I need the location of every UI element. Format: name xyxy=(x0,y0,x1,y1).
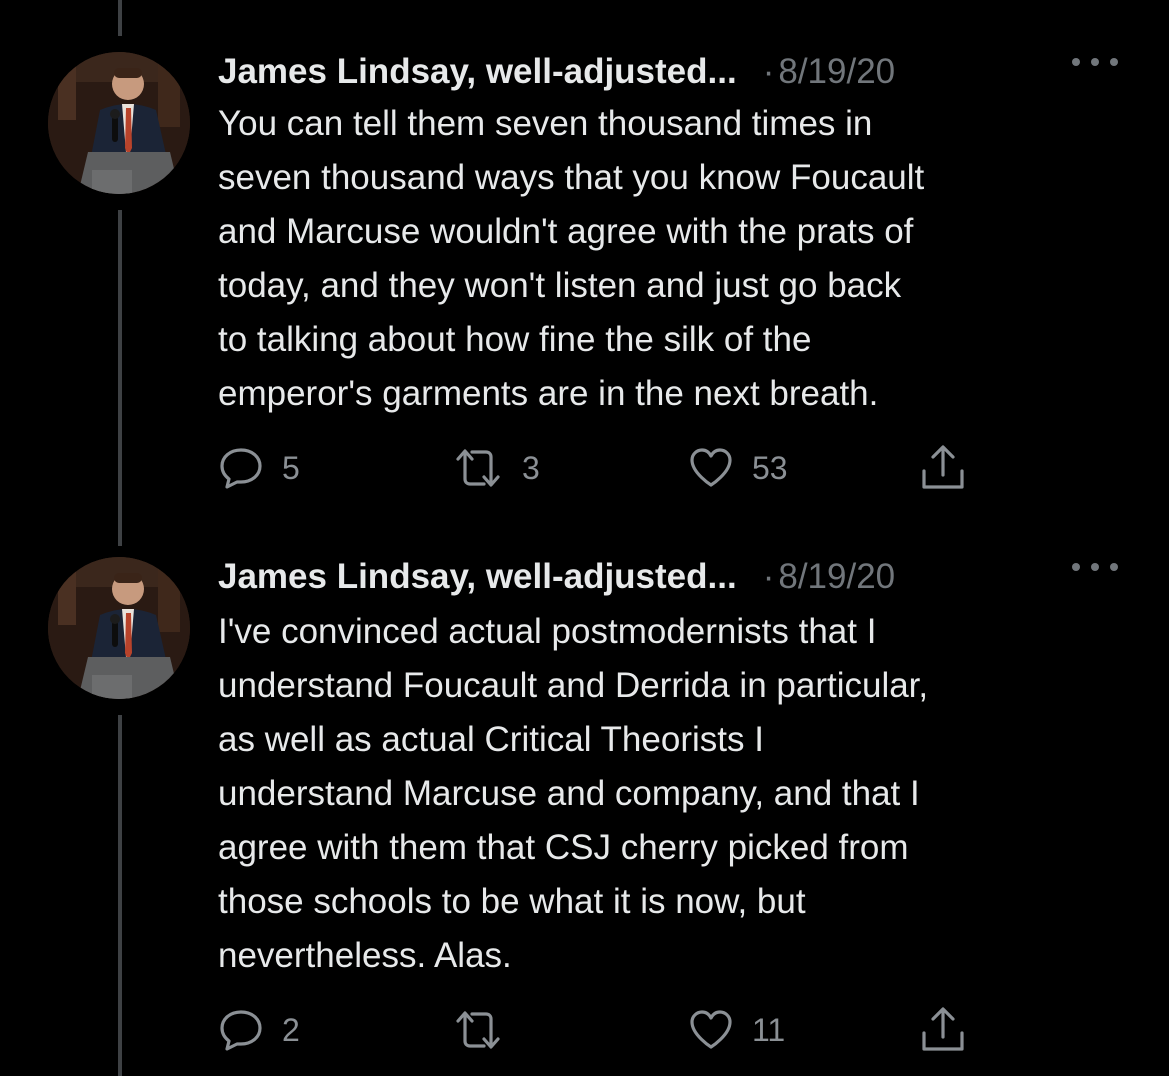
retweet-count: 3 xyxy=(522,449,540,486)
tweet-text-line: seven thousand ways that you know Foucau… xyxy=(218,158,925,197)
tweet-text: I've convinced actual postmodernists tha… xyxy=(218,605,1128,983)
retweet-button[interactable]: 3 xyxy=(452,443,540,493)
reply-button[interactable]: 2 xyxy=(218,1005,300,1055)
retweet-icon xyxy=(456,1011,500,1049)
reply-count: 5 xyxy=(282,449,300,486)
like-button[interactable]: 53 xyxy=(688,443,788,493)
tweet-text-line: nevertheless. Alas. xyxy=(218,936,512,975)
share-icon xyxy=(922,445,964,489)
tweet-text-line: to talking about how fine the silk of th… xyxy=(218,320,812,359)
tweet-text-line: and Marcuse wouldn't agree with the prat… xyxy=(218,212,914,251)
tweet-text-line: I've convinced actual postmodernists tha… xyxy=(218,612,877,651)
like-count: 53 xyxy=(752,449,788,486)
tweet-actions: 2 11 xyxy=(218,1005,978,1055)
tweet-text-line: today, and they won't listen and just go… xyxy=(218,266,902,305)
author-name[interactable]: James Lindsay, well-adjusted... xyxy=(218,52,737,92)
retweet-button[interactable] xyxy=(452,1005,522,1055)
tweet-text-line: You can tell them seven thousand times i… xyxy=(218,104,873,143)
tweet-text-line: agree with them that CSJ cherry picked f… xyxy=(218,828,909,867)
tweet-date[interactable]: 8/19/20 xyxy=(778,557,895,597)
share-button[interactable] xyxy=(918,1005,968,1055)
heart-icon xyxy=(690,1010,732,1049)
thread-line-top xyxy=(118,0,122,36)
more-icon[interactable] xyxy=(1072,56,1118,68)
tweet-text-line: those schools to be what it is now, but xyxy=(218,882,806,921)
tweet-text-line: as well as actual Critical Theorists I xyxy=(218,720,764,759)
avatar[interactable] xyxy=(48,52,190,194)
retweet-icon xyxy=(456,449,500,487)
reply-icon xyxy=(220,1010,262,1051)
tweet-text-line: understand Foucault and Derrida in parti… xyxy=(218,666,929,705)
separator: · xyxy=(762,52,775,91)
tweet[interactable]: James Lindsay, well-adjusted... · 8/19/2… xyxy=(0,50,1169,510)
share-button[interactable] xyxy=(918,443,968,493)
tweet-text: You can tell them seven thousand times i… xyxy=(218,97,1128,421)
reply-button[interactable]: 5 xyxy=(218,443,300,493)
tweet-header: James Lindsay, well-adjusted... · 8/19/2… xyxy=(218,555,895,599)
tweet-text-line: emperor's garments are in the next breat… xyxy=(218,374,879,413)
tweet[interactable]: James Lindsay, well-adjusted... · 8/19/2… xyxy=(0,555,1169,1076)
like-button[interactable]: 11 xyxy=(688,1005,785,1055)
tweet-actions: 5 3 53 xyxy=(218,443,978,493)
tweet-date[interactable]: 8/19/20 xyxy=(778,52,895,92)
separator: · xyxy=(762,557,775,596)
tweet-header: James Lindsay, well-adjusted... · 8/19/2… xyxy=(218,50,895,94)
avatar[interactable] xyxy=(48,557,190,699)
reply-icon xyxy=(220,448,262,489)
reply-count: 2 xyxy=(282,1011,300,1048)
author-name[interactable]: James Lindsay, well-adjusted... xyxy=(218,557,737,597)
heart-icon xyxy=(690,448,732,487)
like-count: 11 xyxy=(752,1011,786,1048)
more-icon[interactable] xyxy=(1072,561,1118,573)
tweet-text-line: understand Marcuse and company, and that… xyxy=(218,774,920,813)
share-icon xyxy=(922,1007,964,1051)
